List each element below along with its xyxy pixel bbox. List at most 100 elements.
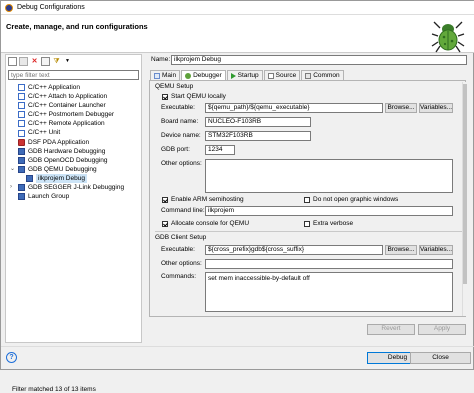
- tree-item-label: GDB QEMU Debugging: [28, 165, 97, 173]
- tab-startup[interactable]: Startup: [226, 70, 263, 80]
- help-icon[interactable]: ?: [6, 352, 17, 363]
- gdb-icon: [18, 165, 25, 173]
- tab-debugger-label: Debugger: [193, 72, 222, 79]
- tab-source-label: Source: [275, 72, 297, 79]
- qemu-other-options-label: Other options:: [161, 160, 202, 167]
- startup-tab-icon: [230, 72, 236, 79]
- tree-item-label: Launch Group: [28, 193, 70, 201]
- chevron-down-icon[interactable]: ⌄: [10, 165, 15, 174]
- qemu-executable-label: Executable:: [161, 104, 195, 111]
- source-tab-icon: [267, 72, 274, 79]
- tree-item[interactable]: ilkprojem Debug: [8, 173, 141, 184]
- tree-item[interactable]: ⌄ GDB QEMU Debugging: [8, 165, 141, 174]
- tree-item[interactable]: DSF PDA Application: [8, 138, 141, 147]
- tree-item[interactable]: C/C++ Postmortem Debugger: [8, 110, 141, 119]
- filter-input[interactable]: [8, 70, 139, 80]
- tab-source[interactable]: Source: [263, 70, 301, 80]
- gdb-other-options-field[interactable]: [205, 259, 453, 269]
- tree-item-label: ilkprojem Debug: [36, 173, 87, 184]
- dialog-footer: ? Debug Close: [1, 346, 474, 371]
- board-name-field[interactable]: NUCLEO-F103RB: [205, 117, 311, 127]
- tree-item[interactable]: C/C++ Remote Application: [8, 119, 141, 128]
- tree-item[interactable]: C/C++ Application: [8, 83, 141, 92]
- allocate-console-check: [162, 220, 168, 227]
- vertical-scrollbar[interactable]: [462, 82, 467, 316]
- title-bar: Debug Configurations: [1, 1, 474, 15]
- tab-main-label: Main: [162, 72, 177, 79]
- pda-icon: [18, 138, 25, 146]
- c-app-icon: [18, 129, 25, 137]
- launch-group-icon: [18, 193, 25, 201]
- allocate-console-checkbox[interactable]: Allocate console for QEMU: [162, 220, 249, 227]
- window-title: Debug Configurations: [17, 4, 85, 11]
- config-tree: C/C++ Application C/C++ Attach to Applica…: [8, 83, 141, 201]
- chevron-right-icon[interactable]: ›: [10, 183, 12, 192]
- extra-verbose-checkbox[interactable]: Extra verbose: [304, 220, 353, 227]
- gdb-icon: [18, 156, 25, 164]
- close-button[interactable]: Close: [410, 352, 471, 364]
- no-graphic-label: Do not open graphic windows: [313, 196, 399, 203]
- tree-item[interactable]: Launch Group: [8, 192, 141, 201]
- banner-heading: Create, manage, and run configurations: [6, 22, 148, 31]
- start-qemu-checkbox[interactable]: Start QEMU locally: [162, 93, 226, 100]
- qemu-setup-heading: QEMU Setup: [155, 83, 194, 90]
- name-field[interactable]: ilkprojem Debug: [171, 55, 467, 65]
- gdb-icon: [18, 147, 25, 155]
- qemu-executable-field[interactable]: ${qemu_path}/${qemu_executable}: [205, 103, 383, 113]
- tree-item[interactable]: GDB OpenOCD Debugging: [8, 156, 141, 165]
- arm-semihosting-checkbox[interactable]: Enable ARM semihosting: [162, 196, 244, 203]
- gdb-icon: [18, 184, 25, 192]
- duplicate-config-icon[interactable]: [19, 57, 28, 66]
- extra-verbose-check: [304, 220, 310, 227]
- main-tab-icon: [154, 72, 160, 79]
- scrollbar-thumb[interactable]: [463, 84, 467, 284]
- qemu-variables-button[interactable]: Variables...: [419, 103, 453, 113]
- c-app-icon: [18, 111, 25, 119]
- launch-config-tree-panel: ✕ ⧩ ▼ C/C++ Application C/C++ Attach to A…: [5, 54, 142, 393]
- c-app-icon: [18, 84, 25, 92]
- delete-config-icon[interactable]: ✕: [30, 57, 39, 66]
- gdb-variables-button[interactable]: Variables...: [419, 245, 453, 255]
- c-app-icon: [18, 93, 25, 101]
- collapse-all-icon[interactable]: [41, 57, 50, 66]
- gdb-executable-field[interactable]: ${cross_prefix}gdb${cross_suffix}: [205, 245, 383, 255]
- gdb-client-setup-heading: GDB Client Setup: [155, 234, 207, 241]
- gdb-browse-button[interactable]: Browse...: [385, 245, 417, 255]
- tab-debugger[interactable]: Debugger: [181, 70, 226, 80]
- qemu-browse-button[interactable]: Browse...: [385, 103, 417, 113]
- qemu-other-options-field[interactable]: [205, 159, 453, 193]
- filter-icon[interactable]: ⧩: [52, 57, 61, 66]
- device-name-field[interactable]: STM32F103RB: [205, 131, 311, 141]
- gdb-port-field[interactable]: 1234: [205, 145, 235, 155]
- tree-item[interactable]: GDB Hardware Debugging: [8, 147, 141, 156]
- commands-field[interactable]: set mem inaccessible-by-default off: [205, 272, 453, 312]
- bug-icon: [431, 21, 465, 53]
- revert-button[interactable]: Revert: [367, 324, 415, 335]
- commands-label: Commands:: [161, 273, 197, 280]
- tree-item[interactable]: C/C++ Container Launcher: [8, 101, 141, 110]
- start-qemu-check: [162, 93, 168, 100]
- tree-item-label: C/C++ Attach to Application: [28, 93, 108, 101]
- tree-item-label: GDB OpenOCD Debugging: [28, 156, 108, 164]
- tree-item[interactable]: › GDB SEGGER J-Link Debugging: [8, 183, 141, 192]
- tree-toolbar: ✕ ⧩ ▼: [8, 57, 72, 67]
- gdb-executable-label: Executable:: [161, 246, 195, 253]
- tree-item-label: DSF PDA Application: [28, 138, 90, 146]
- gdb-other-options-label: Other options:: [161, 260, 202, 267]
- eclipse-icon: [5, 4, 13, 12]
- tree-item-label: C/C++ Postmortem Debugger: [28, 111, 114, 119]
- c-app-icon: [18, 102, 25, 110]
- no-graphic-checkbox[interactable]: Do not open graphic windows: [304, 196, 398, 203]
- command-line-field[interactable]: ilkprojem: [205, 206, 453, 216]
- debugger-tab-content: QEMU Setup Start QEMU locally Executable…: [149, 80, 467, 317]
- filter-dropdown-icon[interactable]: ▼: [63, 57, 72, 66]
- tree-item-label: C/C++ Unit: [28, 129, 61, 137]
- debugger-tab-icon: [185, 72, 192, 79]
- apply-button[interactable]: Apply: [418, 324, 466, 335]
- tab-main[interactable]: Main: [150, 70, 181, 80]
- start-qemu-label: Start QEMU locally: [171, 93, 226, 100]
- tree-item[interactable]: C/C++ Unit: [8, 128, 141, 137]
- tab-common[interactable]: Common: [301, 70, 344, 80]
- tree-item[interactable]: C/C++ Attach to Application: [8, 92, 141, 101]
- new-config-icon[interactable]: [8, 57, 17, 66]
